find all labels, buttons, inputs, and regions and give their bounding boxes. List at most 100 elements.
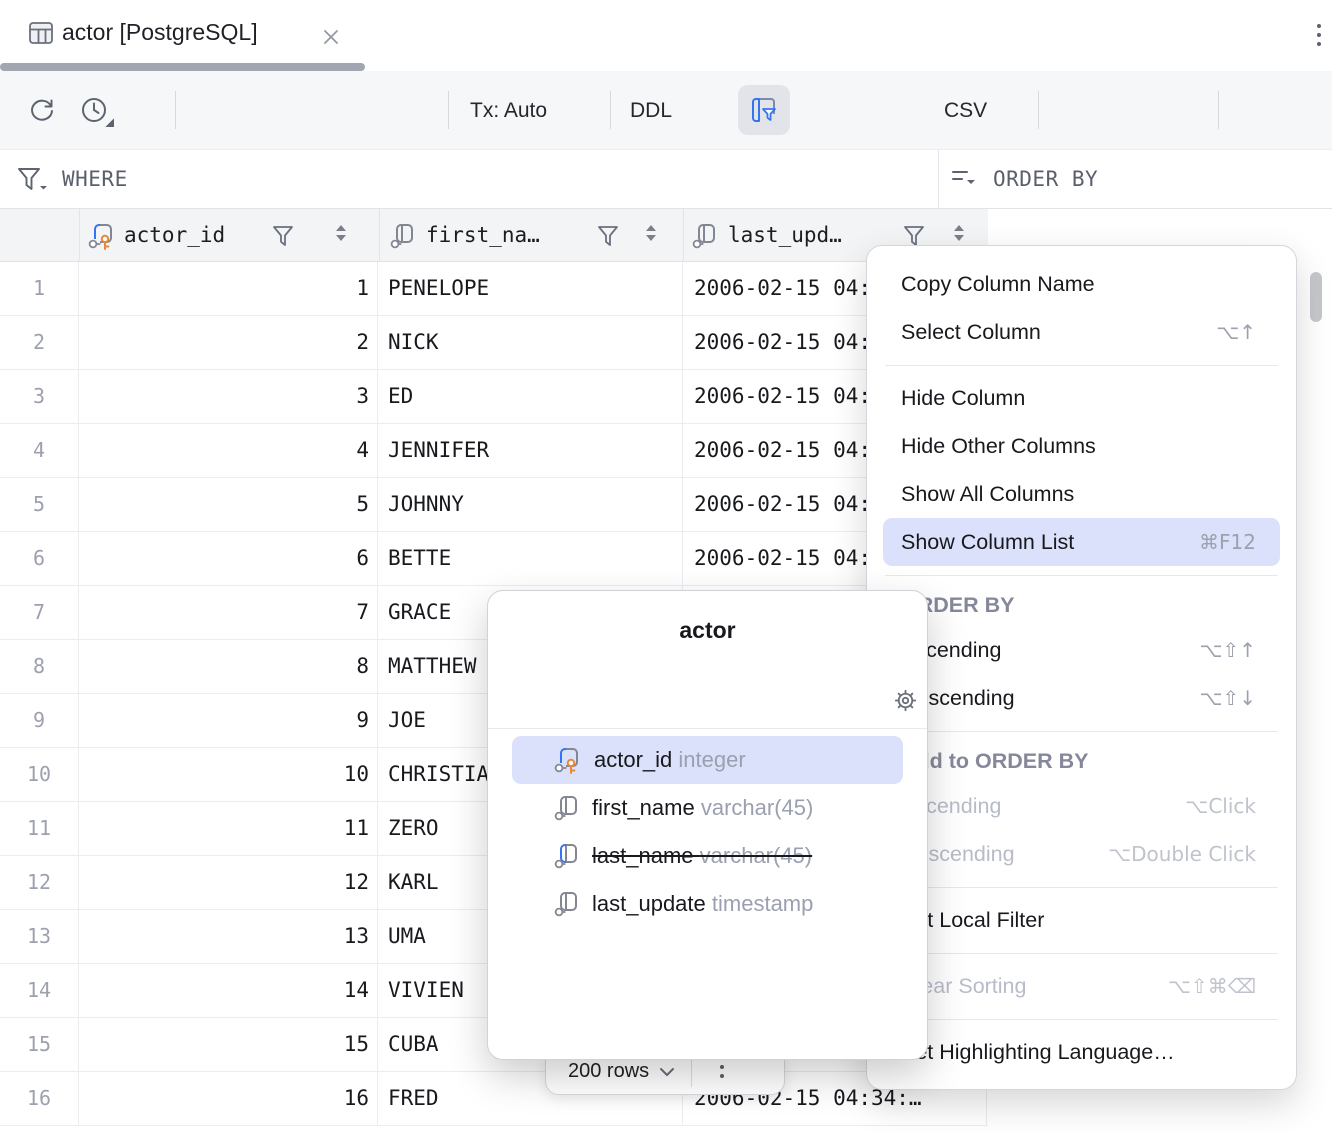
table-row[interactable]: 16 16 FRED 2006-02-15 04:34:…	[0, 1072, 988, 1126]
pager-more-icon[interactable]	[720, 1065, 724, 1078]
cell-actor-id[interactable]: 5	[80, 478, 378, 531]
cell-first-name[interactable]: JENNIFER	[380, 424, 683, 477]
column-header-last-update[interactable]: last_upd…	[728, 209, 842, 261]
menu-item[interactable]: Add to ORDER BY	[867, 740, 1296, 782]
popup-settings-gear-icon[interactable]	[892, 687, 919, 714]
menu-item[interactable]	[867, 944, 1296, 962]
menu-item[interactable]: ORDER BY	[867, 584, 1296, 626]
menu-item[interactable]: Show All Columns	[867, 470, 1296, 518]
menu-item-shortcut: ⌥⇧↓	[1199, 686, 1256, 710]
popup-divider	[488, 728, 927, 729]
column-filter-icon[interactable]	[596, 224, 620, 248]
table-filter-icon	[749, 95, 779, 125]
popup-column-row[interactable]: actor_id integer	[512, 736, 903, 784]
popup-column-row[interactable]: first_name varchar(45)	[512, 784, 903, 832]
cell-actor-id[interactable]: 16	[80, 1072, 378, 1125]
cell-actor-id[interactable]: 9	[80, 694, 378, 747]
cell-actor-id[interactable]: 4	[80, 424, 378, 477]
cell-first-name[interactable]: JOHNNY	[380, 478, 683, 531]
table-row[interactable]: 2 2 NICK 2006-02-15 04:34:…	[0, 316, 988, 370]
menu-item[interactable]: Hide Column	[867, 374, 1296, 422]
menu-item[interactable]: Set Local Filter	[867, 896, 1296, 944]
menu-item[interactable]	[867, 722, 1296, 740]
menu-item-shortcut: ⌘F12	[1199, 530, 1256, 554]
tab-actor[interactable]: actor [PostgreSQL]	[62, 0, 258, 64]
column-filter-icon[interactable]	[271, 224, 295, 248]
table-row[interactable]: 5 5 JOHNNY 2006-02-15 04:34:…	[0, 478, 988, 532]
cell-actor-id[interactable]: 11	[80, 802, 378, 855]
column-header-first-name[interactable]: first_na…	[426, 209, 540, 261]
where-input[interactable]: WHERE	[62, 150, 128, 208]
cell-actor-id[interactable]: 8	[80, 640, 378, 693]
cell-actor-id[interactable]: 1	[80, 262, 378, 315]
table-row[interactable]: 6 6 BETTE 2006-02-15 04:34:…	[0, 532, 988, 586]
popup-title: actor	[488, 617, 927, 644]
cell-actor-id[interactable]: 12	[80, 856, 378, 909]
cell-first-name[interactable]: BETTE	[380, 532, 683, 585]
table-row[interactable]: 1 1 PENELOPE 2006-02-15 04:34:…	[0, 262, 988, 316]
cell-actor-id[interactable]: 6	[80, 532, 378, 585]
menu-item[interactable]: Copy Column Name	[867, 260, 1296, 308]
cell-first-name[interactable]: PENELOPE	[380, 262, 683, 315]
vertical-scrollbar[interactable]	[1310, 272, 1322, 322]
where-funnel-icon[interactable]	[16, 166, 48, 194]
more-options-icon[interactable]	[1317, 24, 1321, 46]
bar-divider	[938, 150, 939, 208]
column-sort-control[interactable]	[646, 225, 656, 241]
column-sort-control[interactable]	[954, 225, 964, 241]
column-header-actor-id[interactable]: actor_id	[124, 209, 225, 261]
ddl-button[interactable]: DDL	[630, 71, 672, 150]
menu-item-label: Show Column List	[901, 530, 1199, 555]
primary-key-column-icon	[88, 222, 118, 250]
cell-actor-id[interactable]: 2	[80, 316, 378, 369]
cell-actor-id[interactable]: 13	[80, 910, 378, 963]
menu-item[interactable]: Descending ⌥Double Click	[867, 830, 1296, 878]
auto-refresh-icon[interactable]	[80, 97, 110, 125]
menu-item-label: Add to ORDER BY	[901, 749, 1262, 774]
row-number: 12	[0, 856, 79, 909]
menu-item[interactable]	[867, 356, 1296, 374]
cell-actor-id[interactable]: 3	[80, 370, 378, 423]
popup-column-list: actor_id integer first_name varchar(45)	[488, 736, 927, 928]
popup-column-type: varchar(45)	[700, 843, 812, 868]
cell-first-name[interactable]: NICK	[380, 316, 683, 369]
menu-item[interactable]: Hide Other Columns	[867, 422, 1296, 470]
menu-item[interactable]: Descending ⌥⇧↓	[867, 674, 1296, 722]
refresh-icon[interactable]	[26, 97, 56, 125]
menu-item[interactable]: Clear Sorting ⌥⇧⌘⌫	[867, 962, 1296, 1010]
tx-mode-dropdown[interactable]: Tx: Auto	[470, 71, 547, 150]
menu-item[interactable]: Set Highlighting Language…	[867, 1028, 1296, 1076]
menu-item[interactable]: Ascending ⌥Click	[867, 782, 1296, 830]
close-icon[interactable]	[320, 26, 342, 48]
menu-item-label: Ascending	[901, 638, 1199, 663]
toolbar-separator	[1038, 91, 1039, 129]
local-filter-toggle[interactable]	[738, 85, 790, 135]
menu-item[interactable]	[867, 1010, 1296, 1028]
popup-column-row[interactable]: last_name varchar(45)	[512, 832, 903, 880]
order-by-input[interactable]: ORDER BY	[993, 150, 1098, 208]
menu-item[interactable]: Show Column List ⌘F12	[883, 518, 1280, 566]
row-number: 4	[0, 424, 79, 477]
menu-item[interactable]	[867, 566, 1296, 584]
table-row[interactable]: 3 3 ED 2006-02-15 04:34:…	[0, 370, 988, 424]
cell-first-name[interactable]: ED	[380, 370, 683, 423]
popup-column-name: actor_id	[594, 747, 672, 772]
cell-actor-id[interactable]: 7	[80, 586, 378, 639]
popup-column-name: last_name	[592, 843, 694, 868]
menu-item[interactable]: Ascending ⌥⇧↑	[867, 626, 1296, 674]
data-editor-toolbar: Tx: Auto DDL CSV	[0, 71, 1332, 150]
table-row[interactable]: 4 4 JENNIFER 2006-02-15 04:34:…	[0, 424, 988, 478]
cell-actor-id[interactable]: 10	[80, 748, 378, 801]
menu-item[interactable]	[867, 878, 1296, 896]
row-number: 15	[0, 1018, 79, 1071]
order-by-icon[interactable]	[950, 168, 982, 192]
menu-item[interactable]: Select Column ⌥↑	[867, 308, 1296, 356]
page-size-dropdown[interactable]: 200 rows	[568, 1060, 649, 1083]
popup-column-row[interactable]: last_update timestamp	[512, 880, 903, 928]
cell-actor-id[interactable]: 15	[80, 1018, 378, 1071]
cell-actor-id[interactable]: 14	[80, 964, 378, 1017]
menu-item-label: Clear Sorting	[901, 974, 1168, 999]
export-format-dropdown[interactable]: CSV	[944, 71, 987, 150]
column-sort-control[interactable]	[336, 225, 346, 241]
row-number: 16	[0, 1072, 79, 1125]
